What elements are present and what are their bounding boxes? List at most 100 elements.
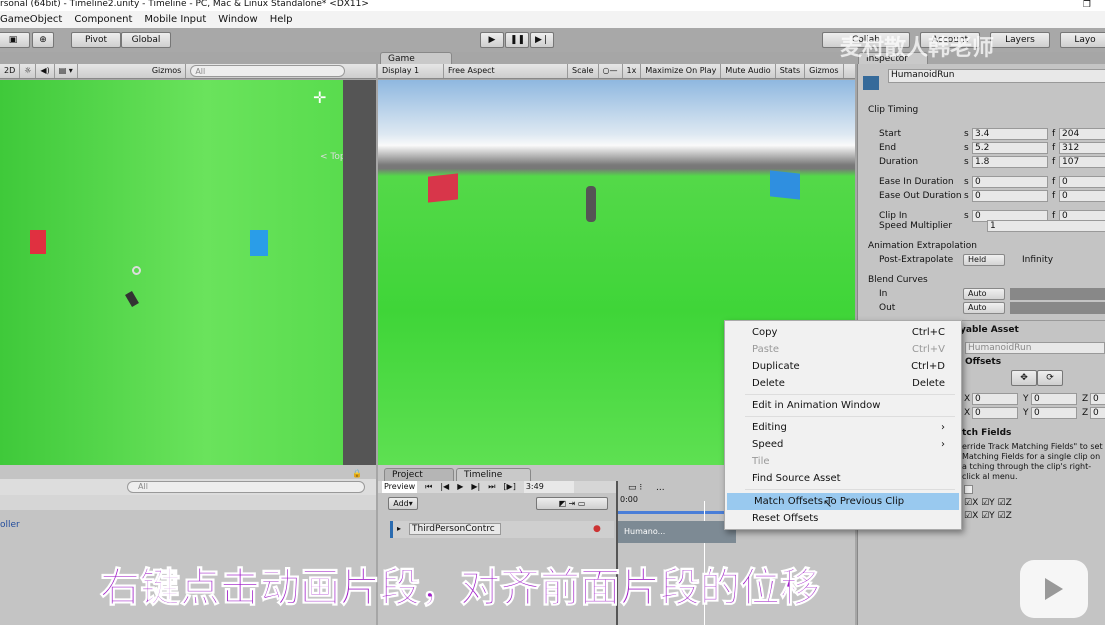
menu-item-match-offsets-to-previous-clip[interactable]: Match Offsets To Previous Clip: [727, 493, 959, 510]
track-view-toggles[interactable]: ◩ ⇥ ▭: [536, 497, 608, 510]
layers-label: Layers: [1005, 35, 1035, 45]
rot-y-field[interactable]: 0: [1031, 407, 1077, 419]
pos-x-field[interactable]: 0: [972, 393, 1018, 405]
gizmos-dropdown[interactable]: Gizmos: [148, 64, 187, 78]
timeline-ruler[interactable]: [618, 511, 738, 514]
orientation-gizmo-icon[interactable]: ✛: [313, 88, 343, 143]
play-range-icon[interactable]: [▶]: [503, 481, 515, 493]
restore-window-icon[interactable]: ❐: [1083, 0, 1091, 10]
menu-item-duplicate[interactable]: Duplicate Ctrl+D: [725, 358, 961, 375]
menu-gameobject[interactable]: GameObject: [0, 11, 62, 28]
mute-audio-toggle[interactable]: Mute Audio: [721, 64, 776, 78]
audio-icon[interactable]: ◀): [36, 64, 55, 78]
pos-y-field[interactable]: 0: [1031, 393, 1077, 405]
scene-search[interactable]: All: [190, 65, 346, 77]
first-frame-icon[interactable]: ⏮: [425, 481, 432, 493]
seconds-field[interactable]: 0: [972, 190, 1048, 202]
display-dropdown[interactable]: Display 1: [378, 64, 444, 78]
menu-window[interactable]: Window: [218, 11, 257, 28]
menu-item-find-source-asset[interactable]: Find Source Asset: [725, 470, 961, 487]
blend-in-dropdown[interactable]: Auto: [963, 288, 1005, 300]
source-asset-field[interactable]: HumanoidRun: [965, 342, 1105, 354]
preview-button[interactable]: Preview: [382, 481, 418, 493]
seconds-unit: s: [964, 177, 969, 187]
track-binding-field[interactable]: ThirdPersonContrc: [409, 523, 501, 535]
speed-multiplier-field[interactable]: 1: [987, 220, 1105, 232]
post-extrapolate-label: Post-Extrapolate: [879, 255, 954, 265]
pause-button[interactable]: ❚❚: [505, 32, 529, 48]
frames-field[interactable]: 0: [1059, 190, 1105, 202]
aspect-dropdown[interactable]: Free Aspect: [444, 64, 568, 78]
step-button[interactable]: ▶❘: [530, 32, 554, 48]
pivot-button[interactable]: Pivot: [71, 32, 121, 48]
global-button[interactable]: Global: [121, 32, 171, 48]
seconds-field[interactable]: 0: [972, 176, 1048, 188]
seconds-field[interactable]: 1.8: [972, 156, 1048, 168]
menu-item-copy[interactable]: Copy Ctrl+C: [725, 324, 961, 341]
lighting-icon[interactable]: ☼: [20, 64, 37, 78]
menu-item-delete[interactable]: Delete Delete: [725, 375, 961, 392]
menu-bar: GameObject Component Mobile Input Window…: [0, 11, 1105, 28]
lock-icon[interactable]: 🔒: [352, 469, 362, 478]
menu-mobile-input[interactable]: Mobile Input: [144, 11, 206, 28]
pos-z-field[interactable]: 0: [1090, 393, 1105, 405]
stats-toggle[interactable]: Stats: [776, 64, 806, 78]
hierarchy-search[interactable]: All: [127, 481, 365, 493]
menu-help[interactable]: Help: [270, 11, 293, 28]
menu-item-edit-in-animation-window[interactable]: Edit in Animation Window: [725, 397, 961, 414]
position-axis-checkboxes[interactable]: ☑X ☑Y ☑Z: [964, 498, 1012, 508]
track-header[interactable]: ▸ ThirdPersonContrc ●: [390, 521, 614, 538]
hierarchy-item[interactable]: oller: [0, 520, 20, 530]
menu-component[interactable]: Component: [74, 11, 132, 28]
animation-clip[interactable]: Humano...: [618, 521, 736, 543]
clip-row-label: Ease In Duration: [879, 177, 954, 187]
add-track-button[interactable]: Add▾: [388, 497, 418, 510]
2d-toggle[interactable]: 2D: [0, 64, 21, 78]
scene-scrollbar[interactable]: [343, 80, 376, 465]
clip-name-field[interactable]: HumanoidRun: [888, 69, 1105, 83]
effects-icon[interactable]: ▤ ▾: [55, 64, 78, 78]
move-offset-icon[interactable]: ✥: [1011, 370, 1037, 386]
play-icon[interactable]: ▶: [457, 481, 463, 493]
track-collapse-icon[interactable]: ▸: [397, 524, 401, 533]
post-extrapolate-dropdown[interactable]: Held: [963, 254, 1005, 266]
extrapolation-header: Animation Extrapolation: [868, 241, 977, 251]
layout-button[interactable]: Layo: [1060, 32, 1105, 48]
seconds-field[interactable]: 5.2: [972, 142, 1048, 154]
transform-tool-icon[interactable]: ⊕: [32, 32, 54, 48]
menu-item-editing[interactable]: Editing ›: [725, 419, 961, 436]
blend-out-curve[interactable]: [1010, 302, 1105, 314]
scene-view[interactable]: ✛ < Top: [0, 80, 343, 465]
frames-unit: f: [1052, 143, 1056, 153]
maximize-on-play-toggle[interactable]: Maximize On Play: [641, 64, 722, 78]
blend-out-dropdown[interactable]: Auto: [963, 302, 1005, 314]
frames-field[interactable]: 107: [1059, 156, 1105, 168]
gizmos-toggle[interactable]: Gizmos: [805, 64, 844, 78]
blend-in-curve[interactable]: [1010, 288, 1105, 300]
frames-field[interactable]: 312: [1059, 142, 1105, 154]
timeline-dropdown[interactable]: ▭ ⁝: [628, 483, 642, 493]
override-checkbox[interactable]: [964, 485, 973, 494]
layers-button[interactable]: Layers: [990, 32, 1050, 48]
rect-tool-icon[interactable]: ▣: [0, 32, 30, 48]
frames-field[interactable]: 0: [1059, 176, 1105, 188]
last-frame-icon[interactable]: ⏭: [488, 481, 495, 493]
scale-slider[interactable]: ○—: [599, 64, 623, 78]
time-field[interactable]: 3:49: [523, 481, 574, 493]
rotation-axis-checkboxes[interactable]: ☑X ☑Y ☑Z: [964, 511, 1012, 521]
play-button[interactable]: ▶: [480, 32, 504, 48]
record-icon[interactable]: ●: [593, 524, 601, 534]
menu-item-reset-offsets[interactable]: Reset Offsets: [725, 510, 961, 527]
rotate-offset-icon[interactable]: ⟳: [1037, 370, 1063, 386]
prev-frame-icon[interactable]: |◀: [440, 481, 449, 493]
tab-timeline[interactable]: Timeline: [456, 468, 531, 481]
hierarchy-toolbar: All: [0, 479, 376, 495]
frames-field[interactable]: 204: [1059, 128, 1105, 140]
menu-item-speed[interactable]: Speed ›: [725, 436, 961, 453]
tab-project[interactable]: Project: [384, 468, 454, 481]
timeline-breadcrumb[interactable]: ...: [656, 483, 665, 493]
next-frame-icon[interactable]: ▶|: [471, 481, 480, 493]
seconds-field[interactable]: 3.4: [972, 128, 1048, 140]
rot-x-field[interactable]: 0: [972, 407, 1018, 419]
rot-z-field[interactable]: 0: [1090, 407, 1105, 419]
